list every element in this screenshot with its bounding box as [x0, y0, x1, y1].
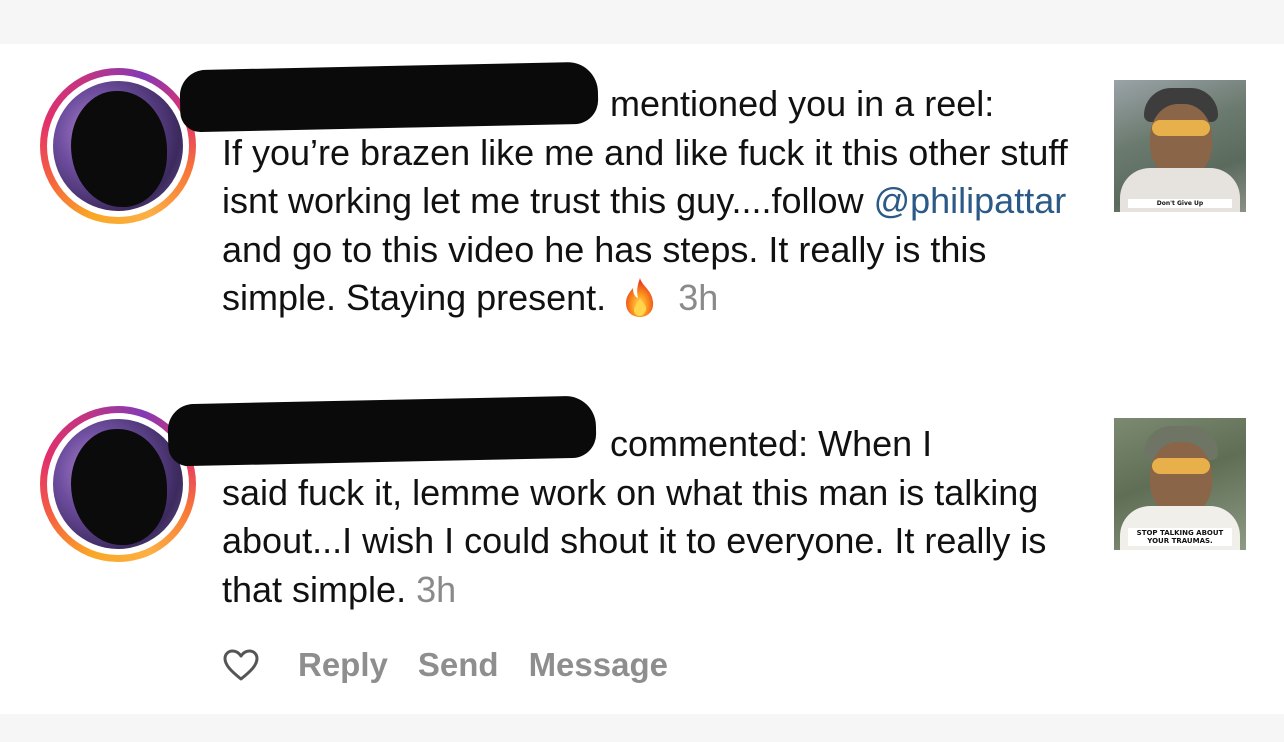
avatar-photo	[53, 419, 183, 549]
redaction-mark	[71, 429, 167, 545]
notification-message: said fuck it, lemme work on what this ma…	[222, 471, 1047, 610]
thumbnail-caption: Don't Give Up	[1128, 199, 1232, 208]
post-thumbnail[interactable]: STOP TALKING ABOUT YOUR TRAUMAS.	[1114, 418, 1246, 550]
thumbnail-caption: STOP TALKING ABOUT YOUR TRAUMAS.	[1128, 528, 1232, 546]
heart-icon[interactable]	[222, 648, 260, 682]
notification-text: mentioned you in a reel: If you’re braze…	[222, 80, 1092, 323]
redaction-mark	[71, 91, 167, 207]
notification-text: commented: When I said fuck it, lemme wo…	[222, 420, 1092, 614]
mention-link[interactable]: @philipattar	[874, 180, 1067, 221]
fire-emoji-icon	[626, 278, 654, 317]
message-button[interactable]: Message	[529, 646, 668, 684]
avatar-photo	[53, 81, 183, 211]
notification-message-cont: and go to this video he has steps. It re…	[222, 228, 987, 319]
notification-action: mentioned you in a reel:	[610, 83, 995, 124]
notifications-panel: mentioned you in a reel: If you’re braze…	[0, 44, 1284, 714]
send-button[interactable]: Send	[418, 646, 499, 684]
comment-actions: Reply Send Message	[222, 640, 698, 690]
timestamp: 3h	[416, 568, 457, 610]
reel-thumbnail[interactable]: Don't Give Up	[1114, 80, 1246, 212]
notification-action: commented: When I	[610, 423, 933, 464]
reply-button[interactable]: Reply	[298, 646, 388, 684]
avatar[interactable]	[40, 68, 196, 224]
timestamp: 3h	[678, 277, 719, 318]
